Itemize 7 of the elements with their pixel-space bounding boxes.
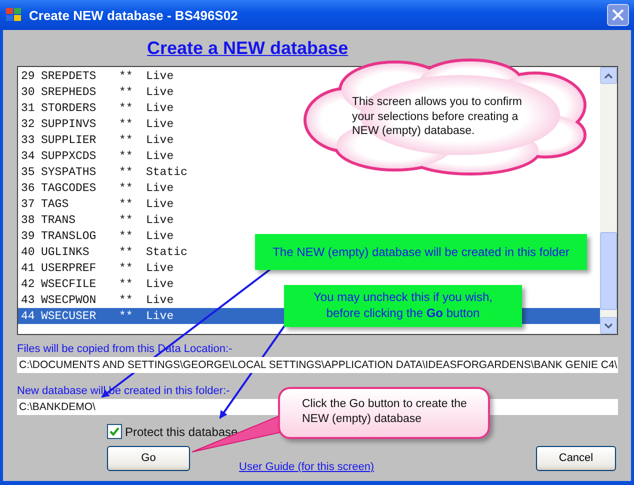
cloud-text: This screen allows you to confirm your selections before creating a NEW (empty) database. bbox=[352, 95, 524, 138]
folder-tooltip: The NEW (empty) database will be created in this folder bbox=[255, 234, 587, 270]
page-heading: Create a NEW database bbox=[147, 38, 348, 58]
go-tooltip: Click the Go button to create the NEW (empty) database bbox=[278, 387, 490, 439]
checkbox-label: Protect this database bbox=[125, 424, 238, 438]
window-title: Create NEW database - BS496S02 bbox=[29, 8, 239, 22]
checkbox-tooltip: You may uncheck this if you wish, before clicking the Go button bbox=[284, 285, 522, 327]
